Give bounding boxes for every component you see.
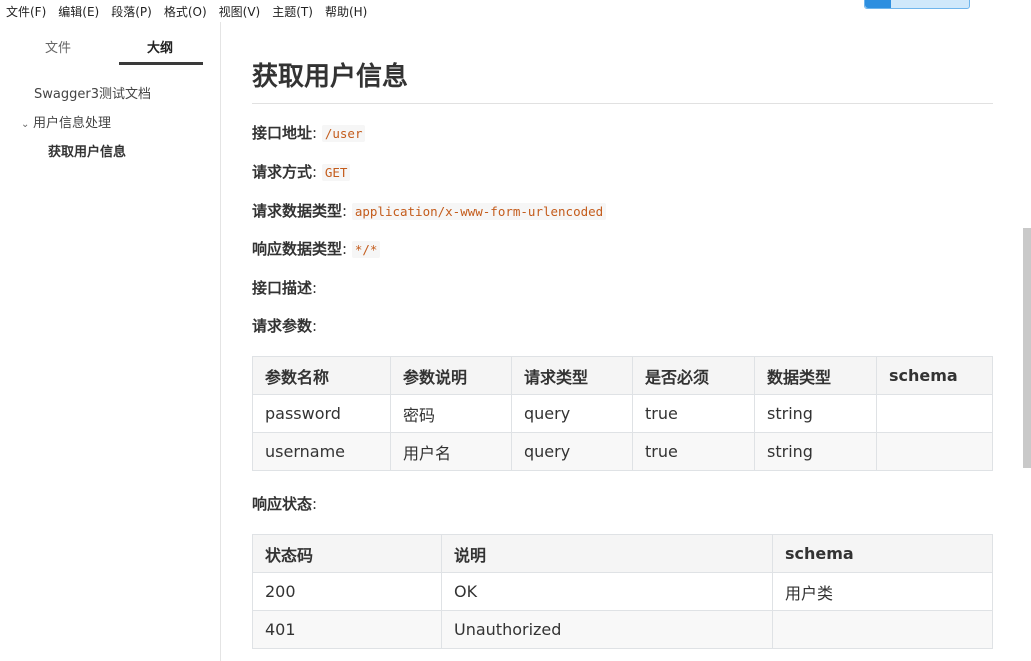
column-header: 说明	[441, 534, 773, 573]
table-cell: string	[754, 394, 877, 433]
table-cell: 密码	[390, 394, 512, 433]
table-row: password 密码 query true string	[252, 394, 993, 433]
table-row: username 用户名 query true string	[252, 432, 993, 471]
outline-item-label: 用户信息处理	[33, 116, 112, 131]
table-cell: 用户名	[390, 432, 512, 471]
outline-item-doc[interactable]: Swagger3测试文档	[34, 83, 151, 102]
field-response-type: 响应数据类型: */*	[252, 238, 381, 259]
field-request-type: 请求数据类型: application/x-www-form-urlencode…	[252, 200, 607, 221]
field-key: 响应数据类型	[252, 240, 343, 258]
field-value: GET	[321, 164, 351, 181]
table-cell	[772, 610, 993, 649]
field-key: 请求参数	[252, 317, 313, 335]
menu-help[interactable]: 帮助(H)	[319, 3, 373, 20]
menu-theme[interactable]: 主题(T)	[266, 3, 319, 20]
table-row: 200 OK 用户类	[252, 572, 993, 611]
table-cell: 用户类	[772, 572, 993, 611]
table-cell: query	[511, 432, 633, 471]
field-params: 请求参数:	[252, 317, 318, 335]
field-value: application/x-www-form-urlencoded	[351, 203, 607, 220]
field-key: 请求方式	[252, 163, 313, 181]
sidebar-tabs: 文件 大纲	[0, 22, 220, 66]
table-cell: true	[632, 394, 755, 433]
column-header: schema	[772, 534, 993, 573]
table-cell: OK	[441, 572, 773, 611]
response-status-label: 响应状态:	[252, 495, 318, 513]
field-method: 请求方式: GET	[252, 161, 351, 182]
field-endpoint: 接口地址: /user	[252, 122, 366, 143]
params-table: 参数名称 参数说明 请求类型 是否必须 数据类型 schema password…	[252, 356, 993, 471]
tab-outline[interactable]: 大纲	[147, 37, 173, 56]
page-title: 获取用户信息	[252, 62, 409, 92]
vertical-scrollbar[interactable]	[1023, 228, 1031, 468]
column-header: 是否必须	[632, 356, 755, 395]
table-cell	[876, 394, 993, 433]
tab-files[interactable]: 文件	[45, 37, 71, 56]
active-tab-indicator	[119, 62, 203, 65]
table-cell: 200	[252, 572, 442, 611]
field-description: 接口描述:	[252, 279, 318, 297]
table-cell: string	[754, 432, 877, 471]
table-row: 401 Unauthorized	[252, 610, 993, 649]
outline-item-user-handling[interactable]: ⌄ 用户信息处理	[21, 112, 111, 131]
field-key: 接口地址	[252, 124, 313, 142]
field-key: 响应状态	[252, 495, 313, 513]
badge-icon	[865, 0, 891, 8]
field-value: /user	[321, 125, 366, 142]
menu-edit[interactable]: 编辑(E)	[52, 3, 105, 20]
response-table: 状态码 说明 schema 200 OK 用户类 401 Unauthorize…	[252, 534, 993, 649]
menu-format[interactable]: 格式(O)	[158, 3, 213, 20]
field-key: 请求数据类型	[252, 202, 343, 220]
table-cell: true	[632, 432, 755, 471]
table-cell: query	[511, 394, 633, 433]
title-divider	[252, 103, 993, 104]
table-cell	[876, 432, 993, 471]
menu-paragraph[interactable]: 段落(P)	[105, 3, 158, 20]
column-header: 参数名称	[252, 356, 391, 395]
table-header-row: 参数名称 参数说明 请求类型 是否必须 数据类型 schema	[252, 356, 993, 395]
table-cell: Unauthorized	[441, 610, 773, 649]
column-header: 状态码	[252, 534, 442, 573]
column-header: 请求类型	[511, 356, 633, 395]
column-header: 数据类型	[754, 356, 877, 395]
column-header: 参数说明	[390, 356, 512, 395]
table-cell: 401	[252, 610, 442, 649]
outline-item-get-user[interactable]: 获取用户信息	[48, 141, 126, 160]
column-header: schema	[876, 356, 993, 395]
field-key: 接口描述	[252, 279, 313, 297]
chevron-down-icon[interactable]: ⌄	[21, 119, 33, 130]
top-badge[interactable]	[864, 0, 970, 9]
field-value: */*	[351, 241, 381, 258]
menu-file[interactable]: 文件(F)	[0, 3, 52, 20]
menu-view[interactable]: 视图(V)	[213, 3, 267, 20]
table-cell: username	[252, 432, 391, 471]
table-cell: password	[252, 394, 391, 433]
sidebar: 文件 大纲 Swagger3测试文档 ⌄ 用户信息处理 获取用户信息	[0, 22, 221, 661]
table-header-row: 状态码 说明 schema	[252, 534, 993, 573]
